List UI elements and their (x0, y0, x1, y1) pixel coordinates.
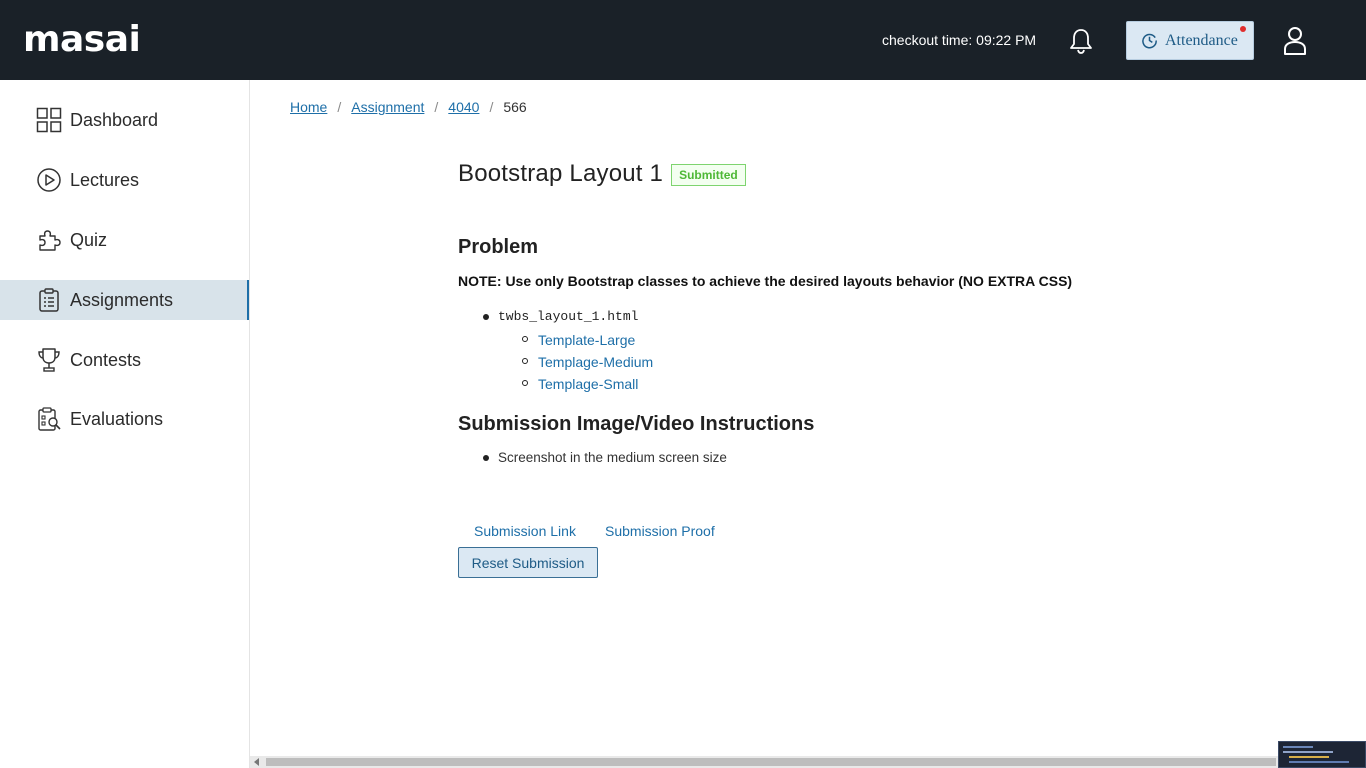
puzzle-icon (39, 230, 61, 251)
problem-heading: Problem (458, 236, 539, 258)
submission-link-tab[interactable]: Submission Link (474, 523, 576, 539)
play-circle-icon (37, 168, 61, 192)
sidebar: Dashboard Lectures Quiz Assignments Cont… (0, 80, 250, 768)
assignment-header: Bootstrap Layout 1 Submitted (458, 160, 746, 188)
trophy-icon (38, 348, 60, 372)
breadcrumb: Home / Assignment / 4040 / 566 (290, 99, 527, 115)
sidebar-item-label: Assignments (70, 289, 174, 310)
breadcrumb-separator: / (434, 99, 439, 115)
sidebar-item-dashboard[interactable]: Dashboard (0, 100, 249, 140)
clock-icon (1142, 33, 1157, 49)
list-bullet (522, 358, 528, 364)
template-large-link[interactable]: Template-Large (538, 332, 635, 348)
sidebar-item-lectures[interactable]: Lectures (0, 160, 249, 200)
sidebar-item-label: Evaluations (70, 408, 164, 429)
checkout-time: checkout time: 09:22 PM (882, 32, 1037, 48)
attendance-alert-dot (1240, 26, 1246, 32)
grid-icon (36, 107, 62, 133)
notification-bell-icon[interactable] (1066, 26, 1096, 56)
attendance-label: Attendance (1165, 31, 1238, 49)
horizontal-scrollbar[interactable] (250, 756, 1366, 768)
sidebar-item-label: Contests (70, 349, 142, 370)
screen-thumbnail (1278, 741, 1366, 768)
page-title: Bootstrap Layout 1 (458, 160, 664, 187)
instructions-heading: Submission Image/Video Instructions (458, 413, 815, 435)
instruction-item: Screenshot in the medium screen size (498, 450, 727, 465)
sidebar-item-label: Lectures (70, 169, 140, 190)
breadcrumb-home[interactable]: Home (290, 99, 327, 115)
file-name: twbs_layout_1.html (498, 309, 639, 324)
breadcrumb-4040[interactable]: 4040 (448, 99, 479, 115)
reset-submission-button[interactable]: Reset Submission (458, 547, 598, 578)
clipboard-icon (39, 288, 59, 312)
breadcrumb-separator: / (337, 99, 342, 115)
main-content: Home / Assignment / 4040 / 566 Bootstrap… (250, 80, 1366, 756)
sidebar-item-label: Quiz (70, 229, 108, 250)
status-badge: Submitted (671, 164, 746, 186)
scroll-left-arrow-icon[interactable] (254, 758, 259, 766)
attendance-button[interactable]: Attendance (1126, 21, 1254, 60)
template-small-link[interactable]: Templage-Small (538, 376, 638, 392)
breadcrumb-assignment[interactable]: Assignment (351, 99, 424, 115)
evaluation-icon (38, 407, 61, 431)
sidebar-item-evaluations[interactable]: Evaluations (0, 399, 249, 439)
sidebar-item-assignments[interactable]: Assignments (0, 280, 249, 320)
problem-note: NOTE: Use only Bootstrap classes to achi… (458, 273, 1073, 289)
scrollbar-thumb[interactable] (266, 758, 1276, 766)
submission-proof-tab[interactable]: Submission Proof (605, 523, 715, 539)
list-bullet (483, 314, 489, 320)
breadcrumb-current: 566 (503, 99, 527, 115)
sidebar-item-quiz[interactable]: Quiz (0, 220, 249, 260)
template-medium-link[interactable]: Templage-Medium (538, 354, 653, 370)
breadcrumb-separator: / (489, 99, 494, 115)
top-navbar: masai checkout time: 09:22 PM Attendance (0, 0, 1366, 80)
list-bullet (522, 336, 528, 342)
masai-logo[interactable]: masai (23, 18, 153, 62)
logo-text: masai (23, 19, 141, 60)
list-bullet (522, 380, 528, 386)
sidebar-item-contests[interactable]: Contests (0, 340, 249, 380)
user-profile-icon[interactable] (1282, 25, 1308, 57)
sidebar-item-label: Dashboard (70, 109, 159, 130)
list-bullet (483, 455, 489, 461)
